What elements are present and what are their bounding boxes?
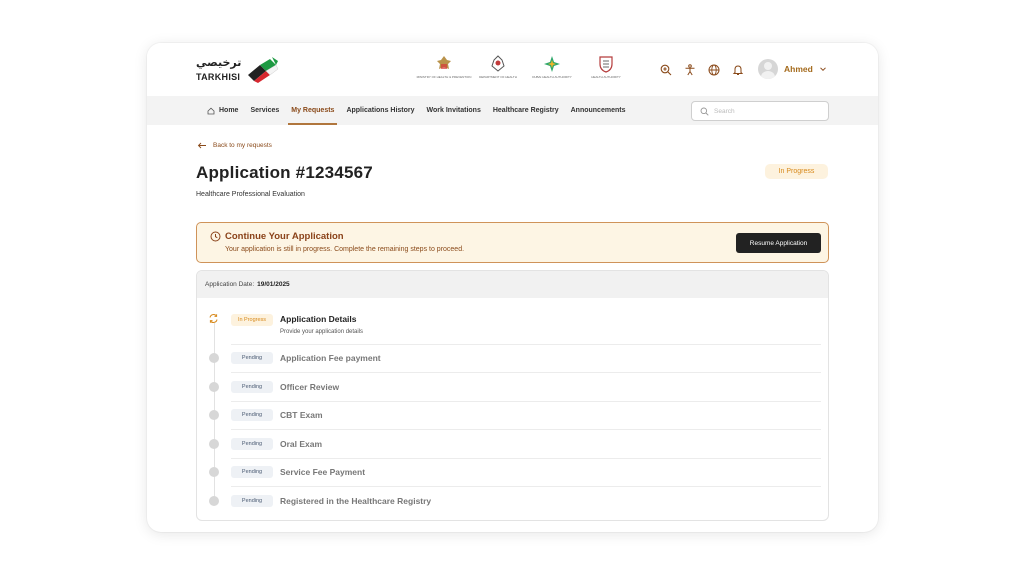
nav-item-services[interactable]: Services: [244, 96, 285, 125]
header-actions: [658, 62, 745, 77]
doh-emblem-icon: [491, 55, 505, 72]
avatar: [758, 59, 778, 79]
health-authority-caption: HEALTH AUTHORITY: [591, 75, 621, 79]
main-nav: Home Services My Requests Applications H…: [147, 96, 878, 125]
falcon-emblem-icon: [437, 56, 451, 69]
application-steps: Application Date: 19/01/2025 In Progress…: [196, 270, 829, 521]
step-dot: [209, 410, 219, 420]
step-status-badge: Pending: [231, 438, 273, 450]
step-status-badge: Pending: [231, 409, 273, 421]
nav-item-label: My Requests: [291, 107, 335, 114]
status-badge: In Progress: [765, 164, 828, 179]
clock-icon: [210, 231, 221, 242]
step-dot: [209, 496, 219, 506]
nav-item-label: Services: [250, 107, 280, 114]
star-emblem-icon: [544, 56, 560, 72]
search-input[interactable]: [714, 107, 824, 115]
ministry-logo: MINISTRY OF HEALTH & PREVENTION: [417, 55, 471, 85]
dubai-health-caption: DUBAI HEALTH AUTHORITY: [532, 75, 572, 79]
globe-icon[interactable]: [706, 62, 721, 77]
nav-item-label: Healthcare Registry: [492, 107, 559, 114]
nav-item-label: Home: [219, 107, 239, 114]
accessibility-icon[interactable]: [682, 62, 697, 77]
app-window: ترخيصي TARKHISI MINISTRY OF HEALTH & PRE…: [147, 43, 878, 532]
step-status-badge: Pending: [231, 466, 273, 478]
step-title: Service Fee Payment: [280, 467, 366, 477]
search-icon: [700, 107, 709, 116]
step-divider: [231, 458, 821, 459]
logo-english-text: TARKHISI: [196, 72, 241, 82]
step-title: Officer Review: [280, 382, 340, 392]
back-to-requests-link[interactable]: Back to my requests: [197, 142, 272, 149]
step-title: Application Details: [280, 314, 357, 324]
step-dot: [209, 467, 219, 477]
nav-item-my-requests[interactable]: My Requests: [285, 96, 340, 125]
application-date-value: 19/01/2025: [257, 281, 290, 288]
dubai-health-logo: DUBAI HEALTH AUTHORITY: [532, 55, 572, 85]
top-header: ترخيصي TARKHISI MINISTRY OF HEALTH & PRE…: [147, 43, 878, 96]
nav-item-applications-history[interactable]: Applications History: [340, 96, 420, 125]
step-dot: [209, 439, 219, 449]
step-status-badge: Pending: [231, 495, 273, 507]
application-date: Application Date: 19/01/2025: [197, 271, 828, 298]
nav-item-label: Applications History: [346, 107, 415, 114]
nav-items: Home Services My Requests Applications H…: [201, 96, 631, 125]
step-divider: [231, 372, 821, 373]
step-status-badge: In Progress: [231, 314, 273, 326]
page-title: Application #1234567: [196, 163, 373, 182]
step-divider: [231, 344, 821, 345]
step-divider: [231, 486, 821, 487]
chevron-down-icon: [819, 67, 826, 72]
step-divider: [231, 429, 821, 430]
step-status-badge: Pending: [231, 352, 273, 364]
step-title: Oral Exam: [280, 439, 323, 449]
step-description: Provide your application details: [280, 329, 364, 335]
resume-application-button[interactable]: Resume Application: [736, 233, 821, 253]
health-authority-logo: HEALTH AUTHORITY: [586, 55, 626, 85]
nav-item-label: Announcements: [570, 107, 626, 114]
step-title: Application Fee payment: [280, 353, 381, 363]
tarkhisi-logo[interactable]: ترخيصي TARKHISI: [196, 56, 286, 84]
uae-flag-icon: [248, 57, 279, 83]
bell-icon[interactable]: [730, 62, 745, 77]
home-icon: [207, 107, 215, 114]
step-status-badge: Pending: [231, 381, 273, 393]
step-dot: [209, 382, 219, 392]
step-dot: [209, 353, 219, 363]
nav-item-work-invitations[interactable]: Work Invitations: [421, 96, 487, 125]
continue-application-banner: Continue Your Application Your applicati…: [196, 222, 829, 263]
nav-item-home[interactable]: Home: [201, 96, 244, 125]
refresh-icon: [209, 314, 218, 323]
doh-caption: DEPARTMENT OF HEALTH: [479, 75, 517, 79]
banner-text: Your application is still in progress. C…: [225, 246, 465, 253]
arrow-left-icon: [197, 142, 206, 149]
zoom-in-icon[interactable]: [658, 62, 673, 77]
nav-item-announcements[interactable]: Announcements: [565, 96, 632, 125]
user-name: Ahmed: [784, 64, 813, 74]
shield-emblem-icon: [599, 56, 613, 73]
page-subtitle: Healthcare Professional Evaluation: [196, 191, 305, 198]
step-divider: [231, 401, 821, 402]
back-label: Back to my requests: [213, 142, 272, 149]
government-logos: MINISTRY OF HEALTH & PREVENTION DEPARTME…: [417, 55, 626, 85]
doh-logo: DEPARTMENT OF HEALTH: [478, 55, 518, 85]
banner-title: Continue Your Application: [225, 231, 344, 242]
step-title: Registered in the Healthcare Registry: [280, 496, 432, 506]
nav-item-label: Work Invitations: [426, 107, 481, 114]
nav-item-healthcare-registry[interactable]: Healthcare Registry: [487, 96, 565, 125]
application-date-label: Application Date:: [205, 281, 255, 288]
user-menu[interactable]: Ahmed: [758, 59, 827, 79]
ministry-caption: MINISTRY OF HEALTH & PREVENTION: [416, 75, 472, 79]
logo-arabic-text: ترخيصي: [196, 56, 242, 69]
search-box: [691, 101, 829, 121]
step-title: CBT Exam: [280, 410, 323, 420]
